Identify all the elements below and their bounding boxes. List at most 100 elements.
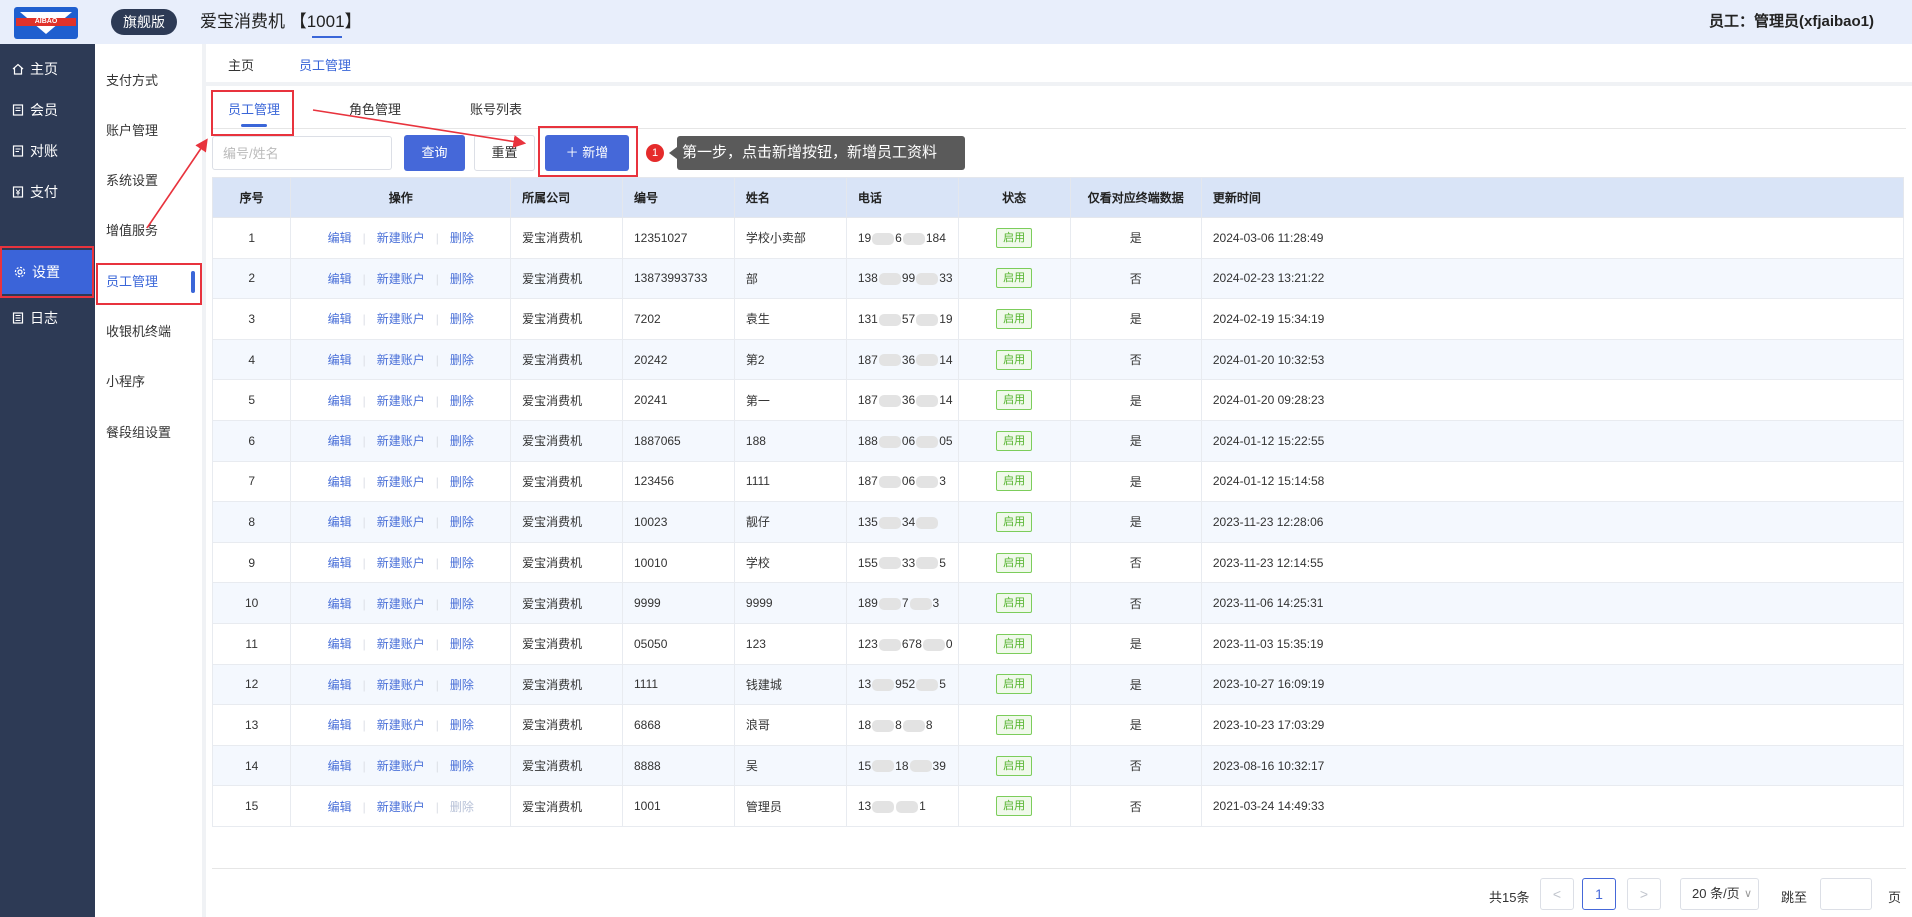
subnav-item-system-settings[interactable]: 系统设置 <box>95 166 202 196</box>
subnav-item-value-added-services[interactable]: 增值服务 <box>95 216 202 246</box>
edit-link[interactable]: 编辑 <box>328 798 352 815</box>
delete-link[interactable]: 删除 <box>450 595 474 612</box>
phone-part: 131 <box>857 311 878 326</box>
edit-link[interactable]: 编辑 <box>328 270 352 287</box>
op-divider: | <box>362 799 366 814</box>
cell-actions: 编辑 | 新建账户 | 删除 <box>290 298 512 340</box>
subnav-item-pos-terminals[interactable]: 收银机终端 <box>95 317 202 347</box>
nav-item-payment[interactable]: 支付 <box>0 172 95 212</box>
delete-link[interactable]: 删除 <box>450 310 474 327</box>
nav-item-member[interactable]: 会员 <box>0 90 95 130</box>
new-account-link[interactable]: 新建账户 <box>377 676 425 693</box>
query-button[interactable]: 查询 <box>404 135 465 171</box>
tab-staff-management[interactable]: 员工管理 <box>299 55 351 74</box>
edit-link[interactable]: 编辑 <box>328 676 352 693</box>
delete-link[interactable]: 删除 <box>450 554 474 571</box>
subnav-item-mini-program[interactable]: 小程序 <box>95 367 202 397</box>
new-account-link[interactable]: 新建账户 <box>377 351 425 368</box>
total-count: 共15条 <box>1489 890 1530 905</box>
nav-item-settings[interactable]: 设置 <box>2 250 93 294</box>
blurred-digits <box>878 516 901 529</box>
edit-link[interactable]: 编辑 <box>328 310 352 327</box>
new-account-link[interactable]: 新建账户 <box>377 798 425 815</box>
new-account-link[interactable]: 新建账户 <box>377 513 425 530</box>
new-account-link[interactable]: 新建账户 <box>377 392 425 409</box>
new-account-link[interactable]: 新建账户 <box>377 595 425 612</box>
column-header[interactable]: 仅看对应终端数据 <box>1069 177 1202 218</box>
new-account-link[interactable]: 新建账户 <box>377 554 425 571</box>
blurred-digits <box>896 800 919 813</box>
delete-link[interactable]: 删除 <box>450 635 474 652</box>
delete-link[interactable]: 删除 <box>450 757 474 774</box>
nav-item-reconcile[interactable]: 对账 <box>0 131 95 171</box>
new-account-link[interactable]: 新建账户 <box>377 310 425 327</box>
delete-link[interactable]: 删除 <box>450 229 474 246</box>
aibao-logo[interactable]: AIBAO <box>14 7 78 39</box>
new-account-link[interactable]: 新建账户 <box>377 716 425 733</box>
blurred-digits <box>922 638 945 651</box>
page-size-select[interactable]: 20 条/页 ∨ <box>1680 878 1759 910</box>
subnav-item-meal-period-groups[interactable]: 餐段组设置 <box>95 418 202 448</box>
nav-item-home[interactable]: 主页 <box>0 49 95 89</box>
prev-page-button[interactable]: < <box>1540 878 1574 910</box>
column-header[interactable]: 编号 <box>622 177 735 218</box>
column-header[interactable]: 姓名 <box>733 177 847 218</box>
edit-link[interactable]: 编辑 <box>328 554 352 571</box>
blurred-digits <box>916 435 939 448</box>
edit-link[interactable]: 编辑 <box>328 513 352 530</box>
edit-link[interactable]: 编辑 <box>328 757 352 774</box>
edit-link[interactable]: 编辑 <box>328 635 352 652</box>
column-header[interactable]: 操作 <box>290 177 512 218</box>
edit-link[interactable]: 编辑 <box>328 351 352 368</box>
nav-item-log[interactable]: 日志 <box>0 298 95 338</box>
gear-icon <box>14 266 26 278</box>
subtab-account-list[interactable]: 账号列表 <box>470 99 522 118</box>
delete-link[interactable]: 删除 <box>450 351 474 368</box>
delete-link[interactable]: 删除 <box>450 716 474 733</box>
edit-link[interactable]: 编辑 <box>328 473 352 490</box>
tab-home[interactable]: 主页 <box>228 55 254 74</box>
delete-link[interactable]: 删除 <box>450 432 474 449</box>
new-account-link[interactable]: 新建账户 <box>377 757 425 774</box>
cell-phone: 138 99 33 <box>845 257 959 300</box>
next-page-button[interactable]: > <box>1627 878 1661 910</box>
column-header[interactable]: 状态 <box>957 177 1071 218</box>
reset-button[interactable]: 重置 <box>474 135 535 171</box>
subtab-staff-management[interactable]: 员工管理 <box>228 99 280 118</box>
edit-link[interactable]: 编辑 <box>328 716 352 733</box>
column-header[interactable]: 序号 <box>211 177 292 218</box>
subnav-item-account-management[interactable]: 账户管理 <box>95 116 202 146</box>
cell-name: 9999 <box>733 582 847 624</box>
cell-updated-time: 2024-01-20 10:32:53 <box>1200 338 1905 381</box>
delete-link[interactable]: 删除 <box>450 270 474 287</box>
phone-part: 6 <box>895 230 902 245</box>
new-account-link[interactable]: 新建账户 <box>377 229 425 246</box>
edit-link[interactable]: 编辑 <box>328 432 352 449</box>
cell-phone: 13 1 <box>845 785 959 827</box>
delete-link[interactable]: 删除 <box>450 676 474 693</box>
column-header[interactable]: 所属公司 <box>510 177 623 218</box>
current-user[interactable]: 员工：管理员(xfjaibao1) <box>1709 12 1874 32</box>
new-account-link[interactable]: 新建账户 <box>377 635 425 652</box>
phone-part: 0 <box>945 636 953 651</box>
delete-link[interactable]: 删除 <box>450 473 474 490</box>
column-header[interactable]: 电话 <box>845 177 959 218</box>
new-account-link[interactable]: 新建账户 <box>377 270 425 287</box>
add-staff-button[interactable]: ＋ 新增 <box>545 135 629 171</box>
new-account-link[interactable]: 新建账户 <box>377 473 425 490</box>
subnav-item-payment-methods[interactable]: 支付方式 <box>95 66 202 96</box>
delete-link[interactable]: 删除 <box>450 798 474 815</box>
search-input[interactable] <box>212 136 392 170</box>
cell-updated-time: 2023-11-23 12:28:06 <box>1200 501 1905 543</box>
new-account-link[interactable]: 新建账户 <box>377 432 425 449</box>
delete-link[interactable]: 删除 <box>450 392 474 409</box>
page-button-current[interactable]: 1 <box>1582 878 1616 910</box>
jump-page-input[interactable] <box>1820 878 1872 910</box>
edit-link[interactable]: 编辑 <box>328 392 352 409</box>
column-header[interactable]: 更新时间 <box>1200 177 1905 218</box>
delete-link[interactable]: 删除 <box>450 513 474 530</box>
subtab-role-management[interactable]: 角色管理 <box>349 99 401 118</box>
subnav-item-staff-management[interactable]: 员工管理 <box>95 267 202 297</box>
edit-link[interactable]: 编辑 <box>328 229 352 246</box>
edit-link[interactable]: 编辑 <box>328 595 352 612</box>
